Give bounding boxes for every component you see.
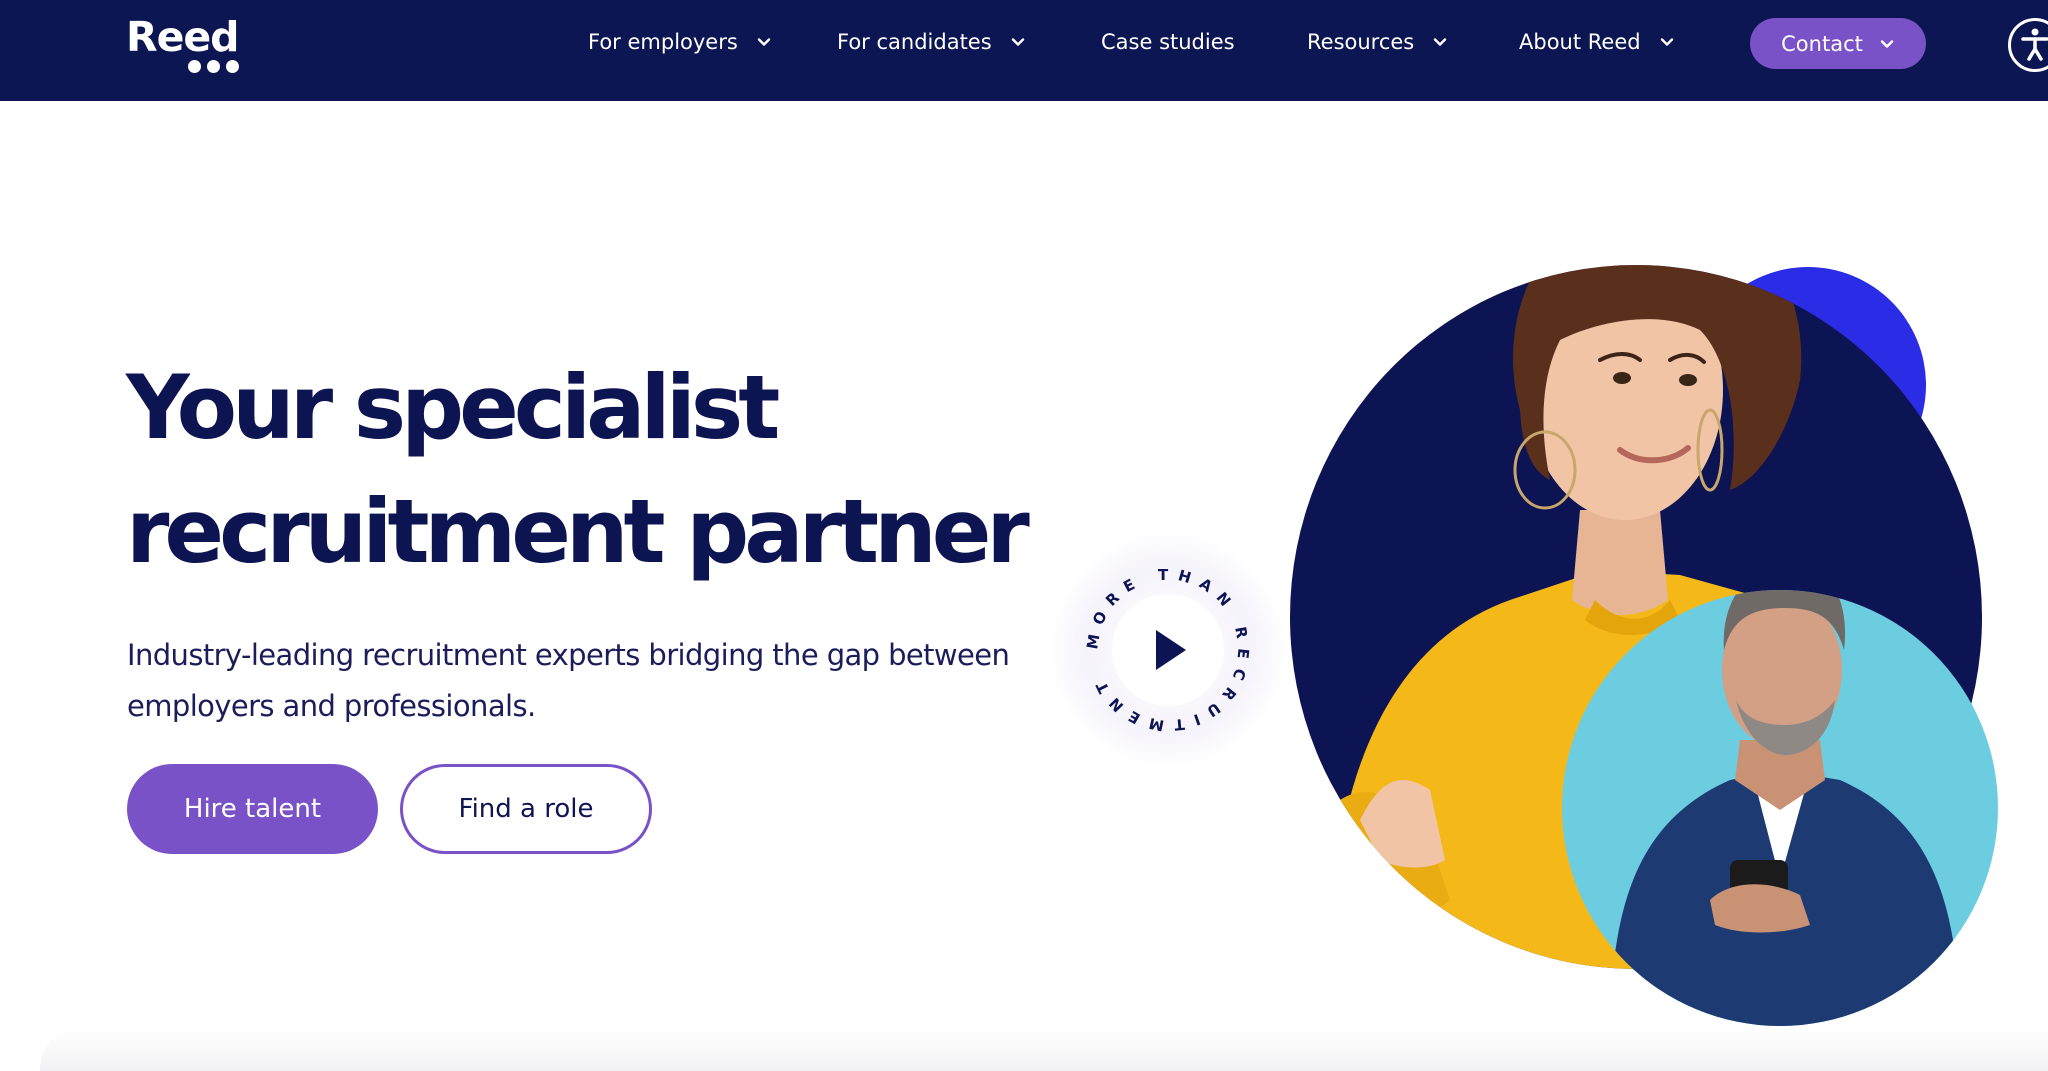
hero-illustration: MORE THAN RECRUITMENT • (1040, 180, 1998, 1026)
logo-dots (188, 60, 240, 74)
nav-label: Resources (1307, 30, 1415, 54)
hero-subtitle-line1: Industry-leading recruitment experts bri… (127, 638, 1010, 672)
nav-for-candidates[interactable]: For candidates (837, 24, 1026, 60)
chevron-down-icon (1434, 38, 1447, 46)
hero-title: Your specialist recruitment partner (126, 346, 1066, 594)
reed-logo[interactable]: Reed (126, 14, 240, 76)
find-a-role-button[interactable]: Find a role (400, 764, 652, 854)
contact-button[interactable]: Contact (1750, 18, 1926, 69)
nav-resources[interactable]: Resources (1307, 24, 1448, 60)
nav-label: About Reed (1519, 30, 1641, 54)
top-navbar: Reed For employers For candidates Case s… (0, 0, 2048, 101)
logo-dot (188, 60, 201, 73)
nav-label: For employers (588, 30, 738, 54)
hero-subtitle-line2: employers and professionals. (127, 689, 536, 723)
next-section-edge (40, 1028, 2048, 1071)
hero-subtitle: Industry-leading recruitment experts bri… (127, 630, 1047, 732)
contact-label: Contact (1781, 31, 1863, 56)
hire-talent-button[interactable]: Hire talent (127, 764, 378, 854)
nav-for-employers[interactable]: For employers (588, 24, 772, 60)
accessibility-button[interactable] (2008, 18, 2048, 72)
chevron-down-icon (757, 38, 771, 46)
find-a-role-label: Find a role (458, 794, 594, 824)
logo-dot (226, 60, 239, 73)
chevron-down-icon (1660, 38, 1673, 46)
nav-about-reed[interactable]: About Reed (1519, 24, 1675, 60)
video-badge[interactable]: MORE THAN RECRUITMENT • (1040, 180, 1286, 768)
accessibility-icon (2021, 28, 2048, 61)
logo-dot (207, 60, 220, 73)
nav-case-studies[interactable]: Case studies (1101, 24, 1235, 60)
nav-label: For candidates (837, 30, 992, 54)
chevron-down-icon (1011, 38, 1024, 46)
hire-talent-label: Hire talent (183, 794, 322, 824)
hero-title-line1: Your specialist (126, 356, 780, 459)
hero-title-line2: recruitment partner (126, 480, 1030, 583)
logo-wordmark: Reed (126, 13, 240, 61)
nav-label: Case studies (1101, 30, 1235, 54)
chevron-down-icon (1880, 39, 1894, 48)
